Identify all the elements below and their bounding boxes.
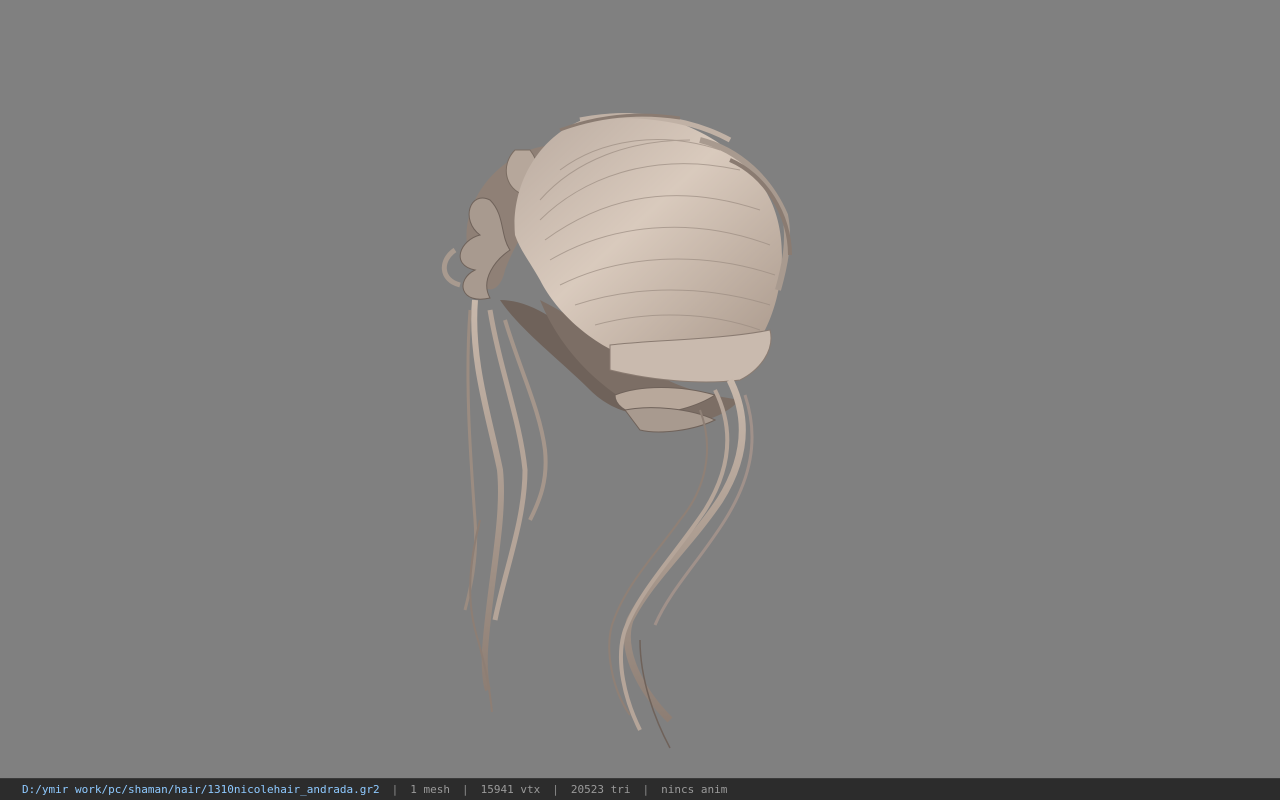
triangle-count-label: 20523 tri — [570, 783, 631, 796]
vertex-count-label: 15941 vtx — [480, 783, 541, 796]
status-bar: D:/ymir work/pc/shaman/hair/1310nicoleha… — [0, 778, 1280, 800]
animation-status-label: nincs anim — [661, 783, 728, 796]
hair-model-render[interactable] — [0, 0, 1280, 778]
status-separator: | — [552, 783, 559, 796]
3d-viewport[interactable] — [0, 0, 1280, 778]
mesh-count-label: 1 mesh — [410, 783, 450, 796]
status-separator: | — [462, 783, 469, 796]
status-separator: | — [642, 783, 650, 796]
status-separator: | — [391, 783, 399, 796]
file-path-label: D:/ymir work/pc/shaman/hair/1310nicoleha… — [22, 783, 380, 796]
